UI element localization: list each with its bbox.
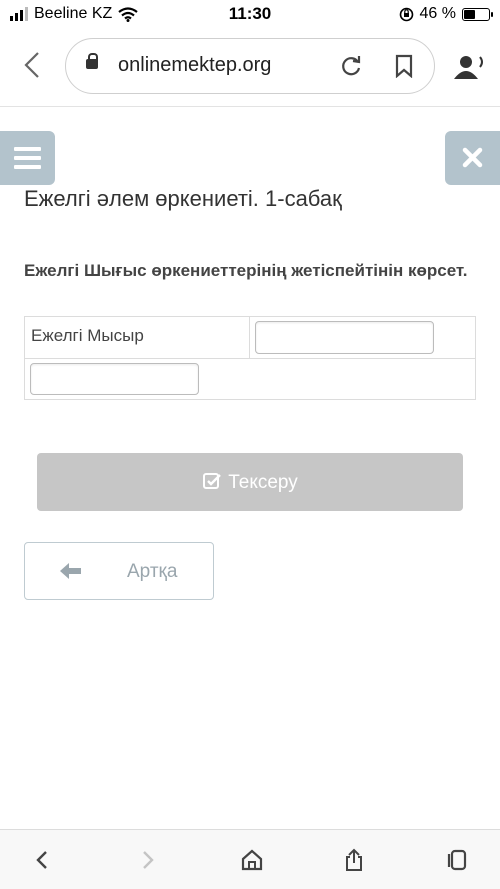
row-label: Ежелгі Мысыр [31, 326, 144, 345]
status-bar: Beeline KZ 11:30 46 % [0, 0, 500, 30]
browser-toolbar [0, 829, 500, 889]
url-text: onlinemektep.org [118, 54, 272, 76]
page-title: Ежелгі әлем өркениеті. 1-сабақ [24, 186, 342, 211]
answer-table: Ежелгі Мысыр [24, 316, 476, 400]
question-text: Ежелгі Шығыс өркениеттерінің жетіспейтін… [24, 261, 468, 280]
home-icon[interactable] [240, 848, 264, 872]
column-divider [249, 317, 250, 358]
check-square-icon [203, 473, 222, 489]
browser-divider [0, 106, 500, 107]
nav-back-icon[interactable] [30, 848, 54, 872]
chevron-left-icon[interactable] [18, 50, 48, 80]
close-icon [462, 147, 483, 168]
table-row: Ежелгі Мысыр [25, 317, 475, 359]
address-field[interactable]: onlinemektep.org [65, 38, 435, 94]
close-button[interactable] [445, 131, 500, 185]
browser-url-bar: onlinemektep.org [0, 30, 500, 106]
orientation-lock-icon [399, 7, 413, 21]
check-button-content: Тексеру [37, 471, 463, 494]
listen-icon[interactable] [452, 54, 488, 80]
check-button-label: Тексеру [228, 472, 298, 493]
answer-input-2[interactable] [30, 363, 199, 395]
back-button[interactable]: Артқа [24, 542, 214, 600]
menu-button[interactable] [0, 131, 55, 185]
battery-fill [464, 9, 475, 19]
battery-icon [462, 7, 493, 21]
back-button-label: Артқа [127, 561, 178, 582]
battery-percent: 46 % [419, 5, 456, 22]
lock-icon [86, 53, 98, 69]
bookmark-icon[interactable] [393, 54, 415, 78]
tabs-icon[interactable] [446, 848, 470, 872]
answer-input-1[interactable] [255, 321, 434, 354]
nav-forward-icon[interactable] [136, 848, 160, 872]
check-button[interactable]: Тексеру [37, 453, 463, 511]
share-icon[interactable] [342, 848, 366, 872]
reload-icon[interactable] [339, 54, 363, 78]
status-right: 46 % [399, 5, 493, 23]
arrow-left-icon [60, 563, 81, 579]
